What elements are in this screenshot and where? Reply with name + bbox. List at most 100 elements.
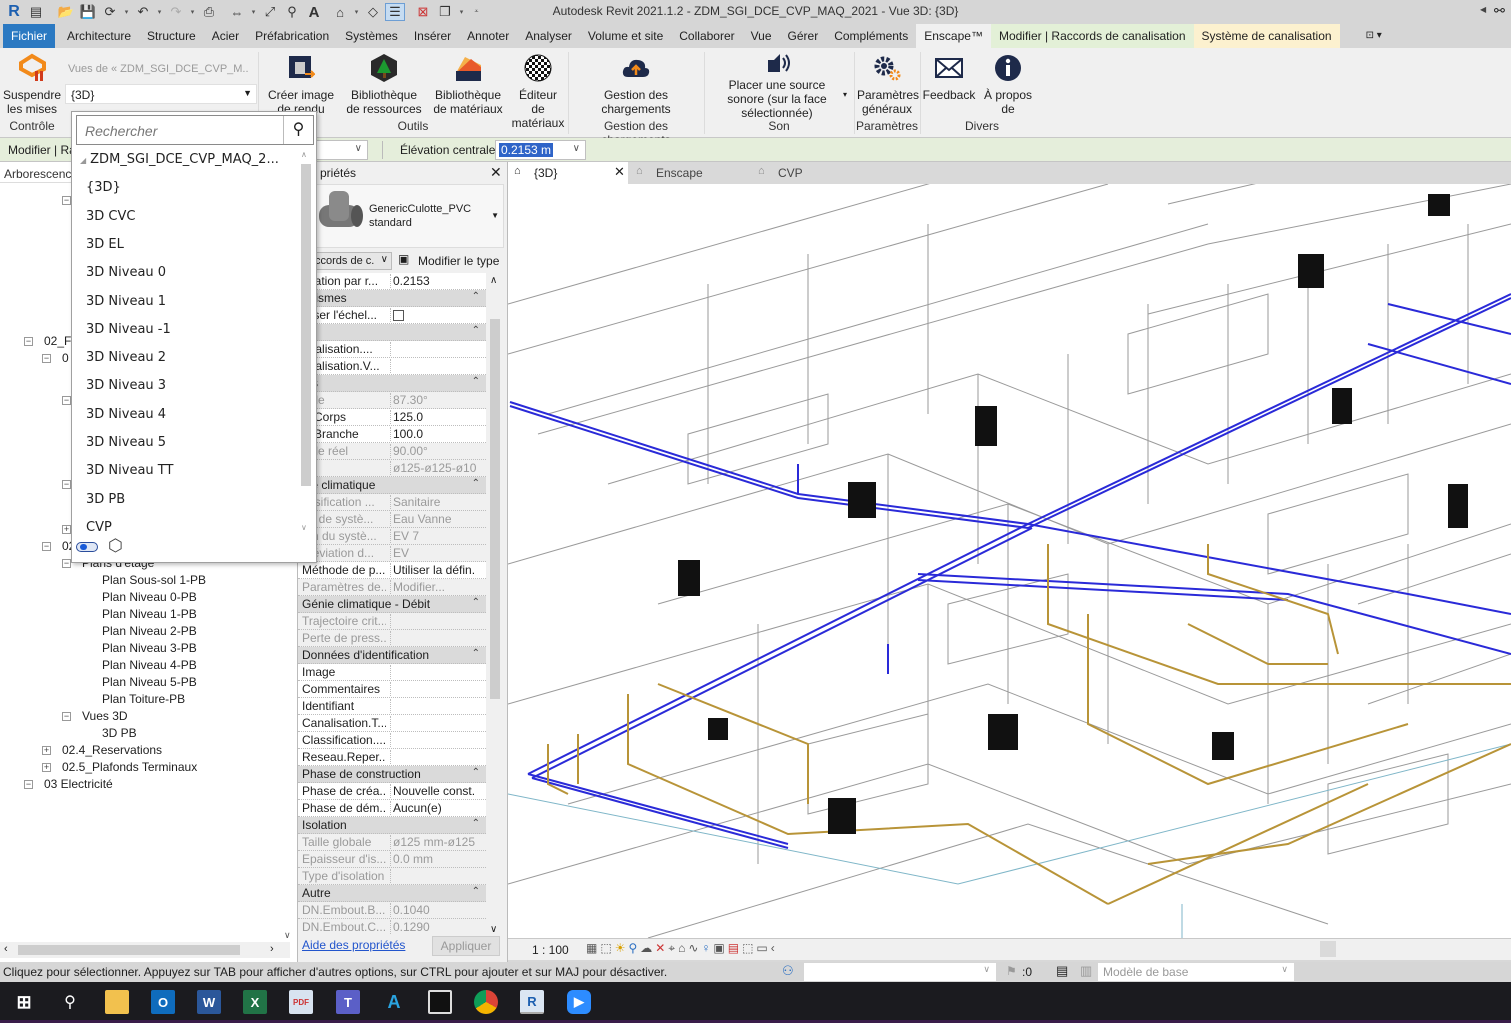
outlook-icon[interactable]: O [151, 990, 175, 1014]
tree-node[interactable]: Plan Niveau 4-PB [102, 658, 197, 672]
tab-systemes[interactable]: Systèmes [337, 24, 406, 48]
reveal-hidden-icon[interactable]: ♀ [701, 941, 710, 956]
sound-dropdown-icon[interactable]: ▾ [843, 90, 847, 99]
render-dialog-icon[interactable]: ☁ [640, 941, 652, 956]
collapse-icon[interactable]: − [24, 780, 33, 789]
property-row[interactable]: Phase de créa... Nouvelle const... [298, 783, 486, 800]
property-row[interactable]: Identifiant [298, 698, 486, 715]
property-row[interactable]: N.Corps 125.0 [298, 409, 486, 426]
tab-modifier-raccords[interactable]: Modifier | Raccords de canalisation [990, 24, 1194, 48]
design-options-icon[interactable]: ▥ [1080, 963, 1092, 979]
tab-annoter[interactable]: Annoter [459, 24, 517, 48]
property-row[interactable]: Classification.... [298, 732, 486, 749]
crop-view-icon[interactable]: ✕ [655, 941, 665, 956]
tree-horizontal-scrollbar[interactable]: ‹ › [0, 942, 290, 958]
property-section-header[interactable]: Phase de construction ⌃ [298, 766, 486, 783]
workset-dropdown[interactable]: ∨ [804, 963, 996, 981]
search-icon[interactable]: ⚲ [283, 116, 313, 144]
property-section-header[interactable]: Isolation ⌃ [298, 817, 486, 834]
place-sound-source-button[interactable]: Placer une source sonore (sur la face sé… [712, 52, 846, 120]
view-list-item[interactable]: 3D Niveau 0 [86, 265, 166, 280]
property-row[interactable]: assification ... Sanitaire [298, 494, 486, 511]
tree-node[interactable]: Plan Toiture-PB [102, 692, 185, 706]
property-row[interactable]: DN.Embout.C... 0.1290 [298, 919, 486, 935]
tree-node[interactable]: Plan Niveau 5-PB [102, 675, 197, 689]
view-list-group[interactable]: ◢ ZDM_SGI_DCE_CVP_MAQ_2... [80, 152, 279, 167]
tab-prefabrication[interactable]: Préfabrication [247, 24, 337, 48]
tab-view-cvp[interactable]: ⌂ CVP [752, 162, 872, 184]
design-option-dropdown[interactable]: Modèle de base ∨ [1098, 963, 1294, 981]
property-section-header[interactable]: Données d'identification ⌃ [298, 647, 486, 664]
property-row[interactable]: Paramètres de... Modifier... [298, 579, 486, 596]
autodesk-app-icon[interactable]: A [382, 990, 406, 1014]
property-row[interactable]: évation par r... 0.2153 [298, 273, 486, 290]
highlight-displacement-icon[interactable]: ▭ [756, 941, 767, 956]
file-explorer-icon[interactable] [105, 990, 129, 1014]
tab-acier[interactable]: Acier [204, 24, 247, 48]
tree-node[interactable]: Plan Sous-sol 1-PB [102, 573, 206, 587]
properties-scrollbar[interactable]: ∧ ∨ [488, 275, 502, 935]
tab-fichier[interactable]: Fichier [3, 24, 56, 48]
detail-level-icon[interactable]: ▦ [586, 941, 597, 956]
tab-collaborer[interactable]: Collaborer [671, 24, 742, 48]
property-row[interactable]: Commentaires [298, 681, 486, 698]
property-row[interactable]: Méthode de p... Utiliser la défin... [298, 562, 486, 579]
suspend-updates-button[interactable]: Suspendre les mises [2, 52, 62, 116]
property-row[interactable]: Epaisseur d'is... 0.0 mm [298, 851, 486, 868]
property-section-header[interactable]: phismes ⌃ [298, 290, 486, 307]
viewport-h-scrollbar[interactable] [1320, 941, 1336, 957]
apply-button[interactable]: Appliquer [432, 936, 500, 956]
collapse-icon[interactable]: − [42, 542, 51, 551]
tab-vue[interactable]: Vue [743, 24, 780, 48]
view-list-scrollbar[interactable]: ∧ ∨ [300, 150, 312, 532]
tree-scroll-down-icon[interactable]: ∨ [284, 930, 291, 941]
about-button[interactable]: À propos de [976, 52, 1040, 116]
chrome-icon[interactable] [474, 990, 498, 1014]
view-list-item[interactable]: 3D PB [86, 492, 125, 507]
view-list-item[interactable]: 3D Niveau 2 [86, 350, 166, 365]
binoculars-icon[interactable]: ⚯ [1494, 3, 1505, 19]
view-list-item[interactable]: 3D Niveau -1 [86, 322, 171, 337]
tree-node[interactable]: 0 [62, 351, 69, 365]
property-row[interactable]: Reseau.Reper... [298, 749, 486, 766]
property-row[interactable]: Taille globale ø125 mm-ø125... [298, 834, 486, 851]
material-library-button[interactable]: Bibliothèque de matériaux [427, 52, 509, 116]
view-list-item[interactable]: {3D} [86, 180, 121, 195]
tab-enscape[interactable]: Enscape™ [916, 24, 991, 48]
tree-node[interactable]: 02.4_Reservations [62, 743, 162, 757]
property-row[interactable]: Type d'isolation [298, 868, 486, 885]
load-management-button[interactable]: Gestion des chargements [586, 52, 686, 116]
teams-icon[interactable]: T [336, 990, 360, 1014]
tab-view-3d[interactable]: ⌂ {3D} ✕ [508, 162, 628, 184]
tree-node[interactable]: Plan Niveau 2-PB [102, 624, 197, 638]
edit-type-button[interactable]: ▣ Modifier le type [398, 252, 504, 270]
property-row[interactable]: DN.Embout.B... 0.1040 [298, 902, 486, 919]
instance-filter-dropdown[interactable]: ccords de c. ∨ [312, 252, 392, 270]
temp-view-props-icon[interactable]: ▤ [728, 941, 739, 956]
tab-structure[interactable]: Structure [139, 24, 204, 48]
pdf-app-icon[interactable]: PDF [289, 990, 313, 1014]
tree-node[interactable]: Plan Niveau 3-PB [102, 641, 197, 655]
view-selector-dropdown[interactable]: {3D} ▼ [65, 84, 257, 104]
3d-viewport[interactable] [508, 184, 1511, 938]
worksets-icon[interactable]: ⚇ [782, 963, 794, 979]
visual-style-icon[interactable]: ⬚ [600, 941, 611, 956]
expand-icon[interactable]: ‹ [771, 941, 775, 956]
unlock-3d-view-icon[interactable]: ⌂ [678, 941, 685, 956]
collapse-icon[interactable]: − [62, 196, 71, 205]
tab-complements[interactable]: Compléments [826, 24, 916, 48]
elevation-input[interactable]: 0.2153 m ∨ [495, 140, 586, 160]
property-section-header[interactable]: nie climatique ⌃ [298, 477, 486, 494]
expand-icon[interactable]: + [42, 763, 51, 772]
tree-node[interactable]: Vues 3D [82, 709, 128, 723]
revit-taskbar-icon[interactable]: R [520, 990, 544, 1014]
type-selector[interactable]: GenericCulotte_PVC standard ▼ [316, 184, 504, 248]
property-row[interactable]: ngle réel 90.00° [298, 443, 486, 460]
shadows-icon[interactable]: ⚲ [628, 941, 637, 956]
excel-icon[interactable]: X [243, 990, 267, 1014]
property-section-header[interactable]: Génie climatique - Débit ⌃ [298, 596, 486, 613]
property-row[interactable]: pe de systè... Eau Vanne [298, 511, 486, 528]
tree-node[interactable]: Plan Niveau 1-PB [102, 607, 197, 621]
app-grid-icon[interactable] [428, 990, 452, 1014]
collapse-icon[interactable]: − [42, 354, 51, 363]
